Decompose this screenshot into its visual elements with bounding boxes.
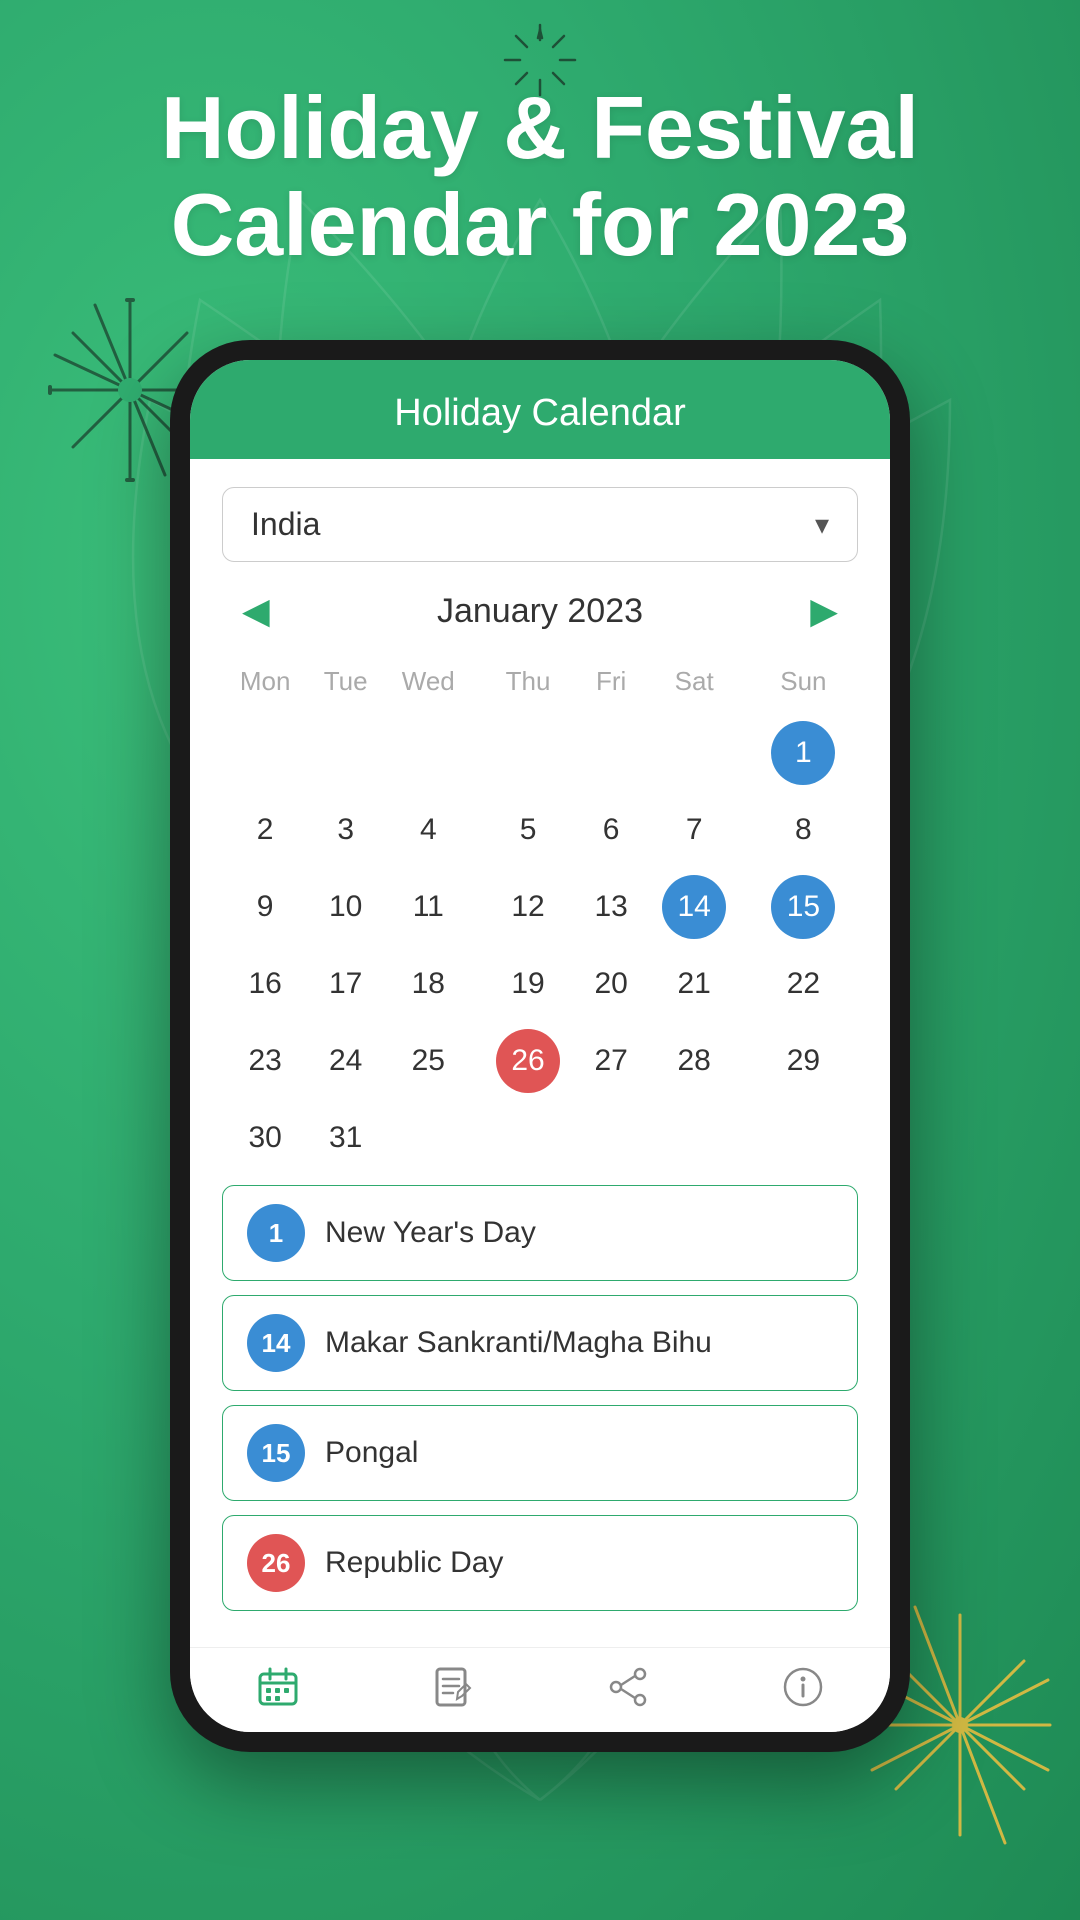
calendar-day-cell[interactable]: 15 — [749, 861, 858, 953]
weekday-tue: Tue — [308, 656, 383, 707]
firework-top-icon — [500, 20, 580, 113]
calendar-day-cell[interactable]: 12 — [473, 861, 582, 953]
calendar-weekday-header: Mon Tue Wed Thu Fri Sat Sun — [222, 656, 858, 707]
holiday-day-badge: 15 — [247, 1424, 305, 1482]
holiday-list-item[interactable]: 26 Republic Day — [222, 1515, 858, 1611]
nav-calendar-button[interactable] — [257, 1666, 299, 1708]
calendar-day-cell[interactable]: 2 — [222, 799, 308, 861]
nav-notes-button[interactable] — [432, 1666, 474, 1708]
holiday-name-label: New Year's Day — [325, 1216, 536, 1250]
holiday-day-badge: 14 — [247, 1314, 305, 1372]
calendar-grid: Mon Tue Wed Thu Fri Sat Sun 123456789101… — [222, 656, 858, 1169]
holiday-day-badge: 1 — [247, 1204, 305, 1262]
calendar-day-cell[interactable]: 25 — [383, 1015, 473, 1107]
calendar-day-cell[interactable]: 20 — [583, 953, 640, 1015]
nav-share-button[interactable] — [607, 1666, 649, 1708]
weekday-fri: Fri — [583, 656, 640, 707]
calendar-day-cell[interactable]: 24 — [308, 1015, 383, 1107]
calendar-day-cell[interactable]: 14 — [640, 861, 749, 953]
calendar-day-cell[interactable]: 11 — [383, 861, 473, 953]
calendar-day-cell[interactable]: 4 — [383, 799, 473, 861]
calendar-day-cell[interactable]: 27 — [583, 1015, 640, 1107]
bottom-navigation — [190, 1647, 890, 1732]
calendar-day-cell — [749, 1107, 858, 1169]
calendar-day-cell[interactable]: 1 — [749, 707, 858, 799]
calendar-day-cell[interactable]: 28 — [640, 1015, 749, 1107]
calendar-day-cell — [473, 1107, 582, 1169]
month-year-label: January 2023 — [437, 592, 643, 631]
calendar-day-cell[interactable]: 23 — [222, 1015, 308, 1107]
holiday-list-item[interactable]: 1 New Year's Day — [222, 1185, 858, 1281]
calendar-week-row: 910111213 14 15 — [222, 861, 858, 953]
app-header: Holiday Calendar — [190, 360, 890, 459]
calendar-day-cell — [583, 1107, 640, 1169]
prev-month-button[interactable]: ◀ — [230, 586, 282, 636]
calendar-day-cell[interactable]: 18 — [383, 953, 473, 1015]
highlighted-day-blue[interactable]: 1 — [771, 721, 835, 785]
weekday-mon: Mon — [222, 656, 308, 707]
country-selector[interactable]: India ▾ — [222, 487, 858, 562]
calendar-day-cell[interactable]: 17 — [308, 953, 383, 1015]
calendar-day-cell[interactable]: 26 — [473, 1015, 582, 1107]
calendar-day-cell[interactable]: 16 — [222, 953, 308, 1015]
app-content: India ▾ ◀ January 2023 ▶ Mon Tue Wed — [190, 459, 890, 1647]
calendar-week-row: 16171819202122 — [222, 953, 858, 1015]
calendar-day-cell[interactable]: 13 — [583, 861, 640, 953]
calendar-day-cell — [383, 707, 473, 799]
calendar-day-cell[interactable]: 6 — [583, 799, 640, 861]
app-title: Holiday Calendar — [230, 392, 850, 435]
phone-frame: Holiday Calendar India ▾ ◀ January 2023 … — [170, 340, 910, 1752]
highlighted-day-blue[interactable]: 14 — [662, 875, 726, 939]
holiday-name-label: Makar Sankranti/Magha Bihu — [325, 1326, 712, 1360]
calendar-day-cell[interactable]: 10 — [308, 861, 383, 953]
calendar-day-cell[interactable]: 19 — [473, 953, 582, 1015]
calendar-day-cell — [640, 1107, 749, 1169]
calendar-day-cell[interactable]: 31 — [308, 1107, 383, 1169]
weekday-sun: Sun — [749, 656, 858, 707]
highlighted-day-blue[interactable]: 15 — [771, 875, 835, 939]
calendar-week-row: 1 — [222, 707, 858, 799]
calendar-day-cell[interactable]: 29 — [749, 1015, 858, 1107]
calendar-week-row: 232425 26 272829 — [222, 1015, 858, 1107]
calendar-day-cell[interactable]: 21 — [640, 953, 749, 1015]
calendar-navigation: ◀ January 2023 ▶ — [222, 586, 858, 636]
calendar-day-cell — [473, 707, 582, 799]
calendar-day-cell — [222, 707, 308, 799]
calendar-day-cell[interactable]: 30 — [222, 1107, 308, 1169]
hero-title-line2: Calendar for 2023 — [171, 175, 910, 274]
phone-mockup: Holiday Calendar India ▾ ◀ January 2023 … — [170, 340, 910, 1752]
calendar-day-cell — [308, 707, 383, 799]
calendar-day-cell[interactable]: 3 — [308, 799, 383, 861]
calendar-week-row: 3031 — [222, 1107, 858, 1169]
phone-screen: Holiday Calendar India ▾ ◀ January 2023 … — [190, 360, 890, 1732]
calendar-day-cell[interactable]: 7 — [640, 799, 749, 861]
calendar-day-cell[interactable]: 9 — [222, 861, 308, 953]
weekday-wed: Wed — [383, 656, 473, 707]
calendar-day-cell[interactable]: 5 — [473, 799, 582, 861]
weekday-sat: Sat — [640, 656, 749, 707]
calendar-day-cell — [383, 1107, 473, 1169]
calendar-day-cell — [583, 707, 640, 799]
holiday-name-label: Pongal — [325, 1436, 418, 1470]
calendar-day-cell[interactable]: 8 — [749, 799, 858, 861]
holiday-day-badge: 26 — [247, 1534, 305, 1592]
calendar-week-row: 2345678 — [222, 799, 858, 861]
next-month-button[interactable]: ▶ — [798, 586, 850, 636]
chevron-down-icon: ▾ — [815, 508, 829, 541]
holiday-list: 1 New Year's Day 14 Makar Sankranti/Magh… — [222, 1185, 858, 1619]
holiday-list-item[interactable]: 15 Pongal — [222, 1405, 858, 1501]
nav-info-button[interactable] — [782, 1666, 824, 1708]
highlighted-day-red[interactable]: 26 — [496, 1029, 560, 1093]
country-selected-value: India — [251, 506, 320, 543]
calendar-day-cell — [640, 707, 749, 799]
holiday-name-label: Republic Day — [325, 1546, 503, 1580]
weekday-thu: Thu — [473, 656, 582, 707]
holiday-list-item[interactable]: 14 Makar Sankranti/Magha Bihu — [222, 1295, 858, 1391]
calendar-day-cell[interactable]: 22 — [749, 953, 858, 1015]
